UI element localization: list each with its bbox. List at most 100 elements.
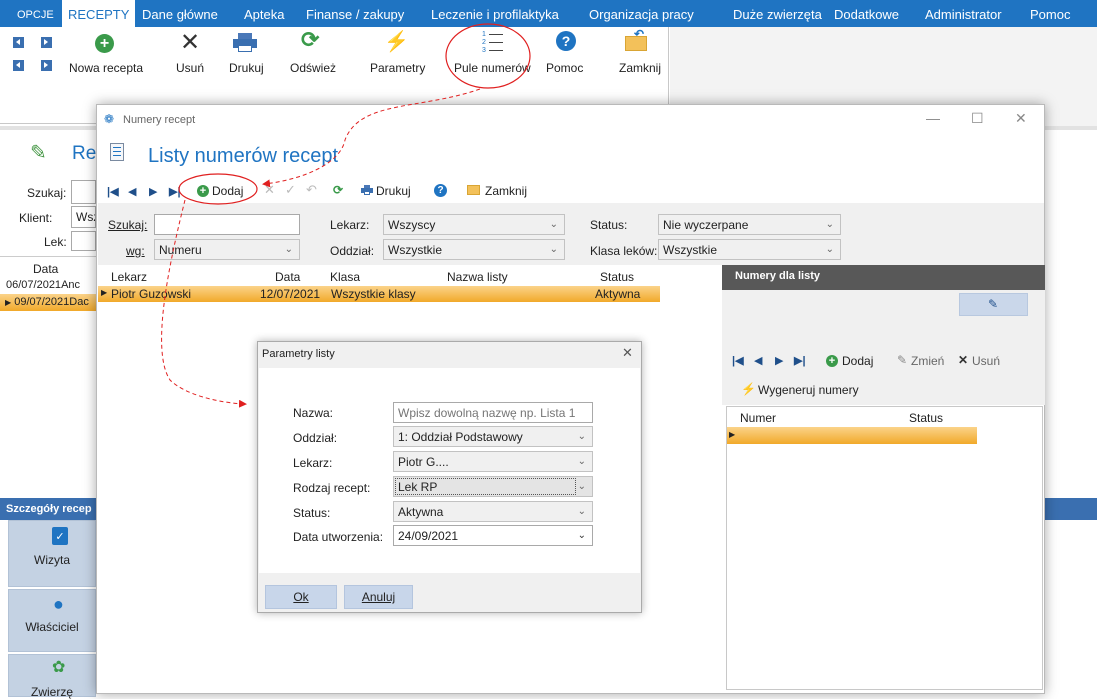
- animal-side-button[interactable]: ✿ Zwierzę: [8, 654, 96, 699]
- confirm-icon[interactable]: ✓: [285, 182, 296, 198]
- menu-tab-dane-glowne[interactable]: Dane główne: [142, 0, 218, 27]
- ok-button[interactable]: Ok: [265, 585, 337, 609]
- new-prescription-button[interactable]: Nowa recepta: [69, 61, 143, 75]
- menu-tab-organizacja[interactable]: Organizacja pracy: [589, 0, 694, 27]
- ribbon-last-icon[interactable]: [41, 37, 52, 48]
- drug-class-select[interactable]: Wszystkie ⌄: [658, 239, 841, 260]
- close-folder-icon[interactable]: ↶: [625, 27, 649, 52]
- undo-icon[interactable]: ↶: [306, 182, 317, 198]
- refresh-icon[interactable]: ⟳: [301, 27, 319, 53]
- ribbon-next-icon[interactable]: [41, 60, 52, 71]
- department-select[interactable]: Wszystkie ⌄: [383, 239, 565, 260]
- menu-tab-pomoc[interactable]: Pomoc: [1030, 0, 1070, 27]
- cancel-icon[interactable]: ✕: [264, 182, 275, 198]
- delete-number-button[interactable]: Usuń: [972, 354, 1000, 368]
- first-record-icon[interactable]: |◀: [732, 354, 744, 367]
- dialog-heading: Listy numerów recept: [148, 145, 339, 167]
- edit-icon[interactable]: ✎: [897, 353, 907, 367]
- help-icon[interactable]: ?: [556, 31, 576, 51]
- col-doctor[interactable]: Lekarz: [111, 270, 147, 284]
- col-list-name[interactable]: Nazwa listy: [447, 270, 508, 284]
- bg-row-selected[interactable]: ▶ 09/07/2021Dac: [0, 294, 96, 311]
- edit-button[interactable]: ✎: [959, 293, 1028, 316]
- number-pools-button[interactable]: Pule numerów: [454, 61, 531, 75]
- prev-record-icon[interactable]: ◀: [128, 185, 136, 198]
- lightning-icon[interactable]: ⚡: [384, 29, 409, 54]
- close-icon[interactable]: ✕: [622, 345, 633, 361]
- col-class[interactable]: Klasa: [330, 270, 360, 284]
- status-select[interactable]: Aktywna ⌄: [393, 501, 593, 522]
- search-by-select[interactable]: Numeru ⌄: [154, 239, 300, 260]
- edit-number-button[interactable]: Zmień: [911, 354, 944, 368]
- menu-tab-administrator[interactable]: Administrator: [925, 0, 1002, 27]
- parameters-button[interactable]: Parametry: [370, 61, 425, 75]
- print-button[interactable]: Drukuj: [229, 61, 264, 75]
- printer-icon[interactable]: [361, 185, 373, 195]
- bg-row[interactable]: 06/07/2021Anc: [5, 277, 96, 294]
- status-value: Aktywna: [398, 505, 444, 519]
- maximize-icon[interactable]: ☐: [971, 110, 984, 127]
- menu-tab-leczenie[interactable]: Leczenie i profilaktyka: [431, 0, 559, 27]
- printer-icon[interactable]: [233, 33, 257, 52]
- last-record-icon[interactable]: ▶|: [794, 354, 806, 367]
- bg-row-name: Anc: [61, 279, 81, 291]
- doctor-select[interactable]: Wszyscy ⌄: [383, 214, 565, 235]
- department-select[interactable]: 1: Oddział Podstawowy ⌄: [393, 426, 593, 447]
- col-date[interactable]: Data: [275, 270, 300, 284]
- visit-side-button[interactable]: ✓ Wizyta: [8, 520, 96, 587]
- menu-tab-duze-zwierzeta[interactable]: Duże zwierzęta: [733, 0, 822, 27]
- doctor-select[interactable]: Piotr G.... ⌄: [393, 451, 593, 472]
- table-row[interactable]: ▶: [727, 427, 977, 444]
- add-number-button[interactable]: Dodaj: [842, 354, 873, 368]
- creation-date-picker[interactable]: 24/09/2021 ⌄: [393, 525, 593, 546]
- minimize-icon[interactable]: —: [926, 110, 940, 126]
- menu-tab-apteka[interactable]: Apteka: [244, 0, 284, 27]
- refresh-button[interactable]: Odśwież: [290, 61, 336, 75]
- numbered-list-icon[interactable]: 123: [482, 31, 504, 55]
- bg-client-select[interactable]: Wsz: [71, 206, 96, 228]
- bg-search-input[interactable]: [71, 180, 96, 204]
- owner-side-button[interactable]: ● Właściciel: [8, 589, 96, 652]
- close-folder-icon[interactable]: [467, 185, 480, 195]
- menu-tab-finanse[interactable]: Finanse / zakupy: [306, 0, 404, 27]
- help-button[interactable]: Pomoc: [546, 61, 583, 75]
- add-icon[interactable]: +: [95, 34, 114, 53]
- delete-icon[interactable]: ✕: [180, 28, 200, 57]
- ribbon-prev-icon[interactable]: [13, 60, 24, 71]
- ribbon-first-icon[interactable]: [13, 37, 24, 48]
- delete-button[interactable]: Usuń: [176, 61, 204, 75]
- table-row[interactable]: ▶ Piotr Guzowski 12/07/2021 Wszystkie kl…: [98, 286, 660, 302]
- drug-label: Lek:: [44, 235, 67, 249]
- menu-tab-opcje[interactable]: OPCJE: [17, 0, 54, 27]
- next-record-icon[interactable]: ▶: [149, 185, 157, 198]
- status-label: Status:: [293, 506, 331, 520]
- col-number-status[interactable]: Status: [909, 411, 943, 425]
- next-record-icon[interactable]: ▶: [775, 354, 783, 367]
- refresh-icon[interactable]: ⟳: [333, 183, 343, 197]
- generate-numbers-button[interactable]: Wygeneruj numery: [758, 383, 859, 397]
- col-status[interactable]: Status: [600, 270, 634, 284]
- col-number[interactable]: Numer: [740, 411, 776, 425]
- add-icon[interactable]: +: [826, 355, 838, 367]
- close-icon[interactable]: ✕: [1015, 110, 1027, 127]
- menu-tab-dodatkowe[interactable]: Dodatkowe: [834, 0, 899, 27]
- name-input[interactable]: [393, 402, 593, 423]
- department-label: Oddział:: [330, 244, 375, 258]
- bg-drug-input[interactable]: [71, 231, 96, 251]
- add-icon[interactable]: +: [197, 185, 209, 197]
- add-button[interactable]: Dodaj: [212, 184, 243, 198]
- first-record-icon[interactable]: |◀: [107, 185, 119, 198]
- delete-icon[interactable]: ✕: [958, 353, 968, 367]
- close-button[interactable]: Zamknij: [485, 184, 527, 198]
- last-record-icon[interactable]: ▶|: [169, 185, 181, 198]
- cancel-button[interactable]: Anuluj: [344, 585, 413, 609]
- close-button[interactable]: Zamknij: [619, 61, 661, 75]
- menu-tab-recepty[interactable]: RECEPTY: [62, 0, 136, 27]
- search-input[interactable]: [154, 214, 300, 235]
- prev-record-icon[interactable]: ◀: [754, 354, 762, 367]
- prescription-type-select[interactable]: Lek RP ⌄: [393, 476, 593, 497]
- search-by-label: wg:: [126, 244, 145, 258]
- help-icon[interactable]: ?: [434, 184, 447, 197]
- status-select[interactable]: Nie wyczerpane ⌄: [658, 214, 841, 235]
- print-button[interactable]: Drukuj: [376, 184, 411, 198]
